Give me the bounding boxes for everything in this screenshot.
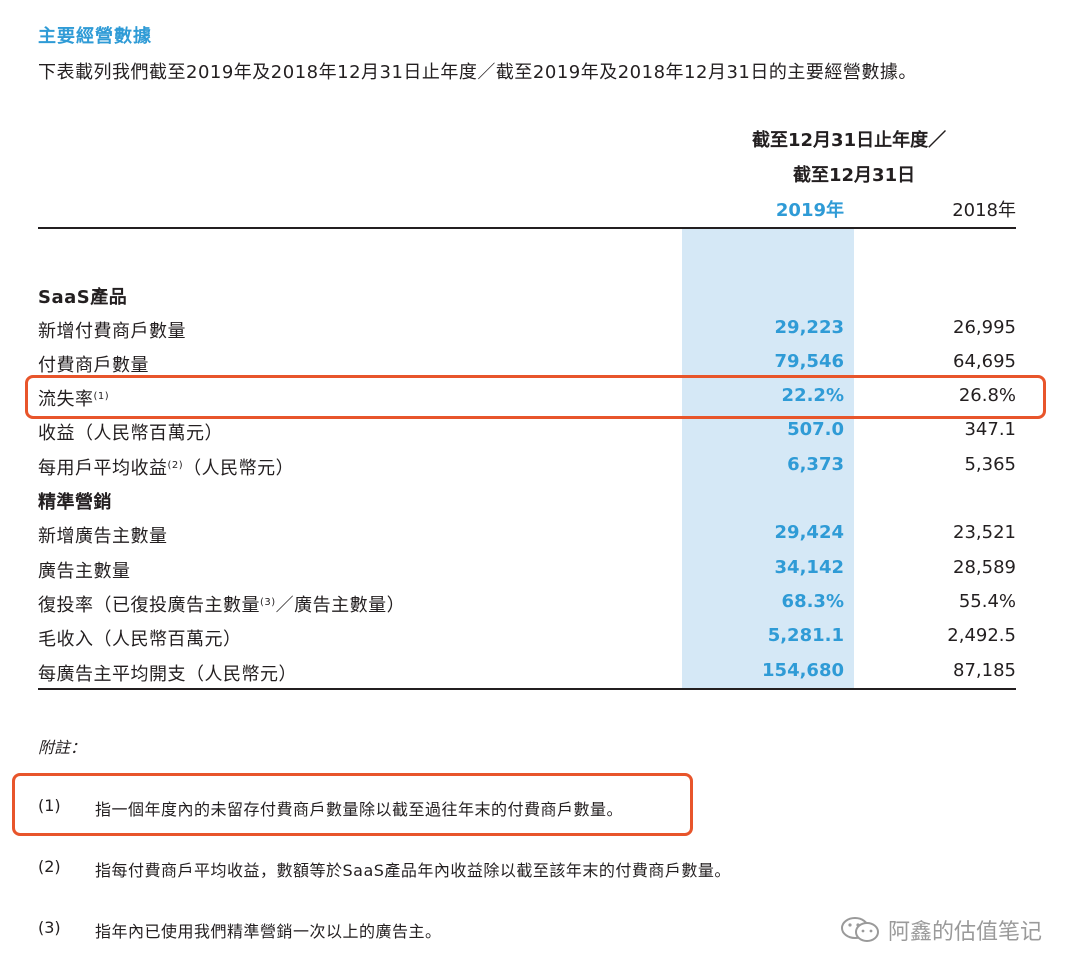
table-row: 每廣告主平均開支（人民幣元） 154,680 87,185 xyxy=(0,656,1080,690)
footnote-marker: (3) xyxy=(260,597,276,608)
row-label: 新增廣告主數量 xyxy=(38,522,168,548)
value-2019: 29,424 xyxy=(774,522,844,543)
row-label-text: 復投率（已復投廣告主數量 xyxy=(38,595,260,616)
row-label: 精準營銷 xyxy=(38,488,112,514)
row-label: 收益（人民幣百萬元） xyxy=(38,419,223,445)
table-row: 新增廣告主數量 29,424 23,521 xyxy=(0,518,1080,552)
table-section-header: 精準營銷 xyxy=(0,484,1080,518)
value-2019: 34,142 xyxy=(774,557,844,578)
footnote-text: 指年內已使用我們精準營銷一次以上的廣告主。 xyxy=(95,922,442,941)
header-line-1: 截至12月31日止年度／ xyxy=(752,130,947,151)
footnote-text: 指每付費商戶平均收益，數額等於SaaS產品年內收益除以截至該年末的付費商戶數量。 xyxy=(95,861,731,880)
intro-text: 下表載列我們截至2019年及2018年12月31日止年度／截至2019年及201… xyxy=(38,62,917,83)
row-label-suffix: （人民幣元） xyxy=(183,458,295,479)
value-2019: 6,373 xyxy=(787,454,844,475)
table-row: 新增付費商戶數量 29,223 26,995 xyxy=(0,313,1080,347)
value-2019: 79,546 xyxy=(774,351,844,372)
footnote: (2) 指每付費商戶平均收益，數額等於SaaS產品年內收益除以截至該年末的付費商戶… xyxy=(0,857,1080,887)
footnote-number: (2) xyxy=(38,857,61,876)
row-label-text: 精準營銷 xyxy=(38,492,112,513)
value-2018: 347.1 xyxy=(964,419,1016,440)
value-2018: 64,695 xyxy=(953,351,1016,372)
row-label: 每廣告主平均開支（人民幣元） xyxy=(38,660,297,686)
row-label: 廣告主數量 xyxy=(38,557,131,583)
table-section-header: SaaS產品 xyxy=(0,279,1080,313)
watermark-text: 阿鑫的估值笔记 xyxy=(887,920,1042,945)
value-2018: 87,185 xyxy=(953,660,1016,681)
value-2019: 154,680 xyxy=(762,660,844,681)
footnote-number: (3) xyxy=(38,918,61,937)
row-label-text: SaaS產品 xyxy=(38,287,128,308)
value-2018: 26,995 xyxy=(953,317,1016,338)
value-2018: 2,492.5 xyxy=(947,625,1016,646)
value-2019: 507.0 xyxy=(787,419,844,440)
row-label-text: 每用戶平均收益 xyxy=(38,458,168,479)
section-title: 主要經營數據 xyxy=(38,26,152,47)
value-2018: 5,365 xyxy=(964,454,1016,475)
column-header-2018: 2018年 xyxy=(952,200,1016,221)
row-label-text: 廣告主數量 xyxy=(38,561,131,582)
value-2018: 23,521 xyxy=(953,522,1016,543)
row-label-text: 新增付費商戶數量 xyxy=(38,321,186,342)
table-row: 廣告主數量 34,142 28,589 xyxy=(0,553,1080,587)
table-bottom-rule xyxy=(38,688,1016,690)
row-label: 每用戶平均收益(2)（人民幣元） xyxy=(38,454,294,480)
column-header-2019: 2019年 xyxy=(775,200,844,221)
highlight-box-churn-row xyxy=(25,375,1046,419)
value-2018: 28,589 xyxy=(953,557,1016,578)
notes-title: 附註： xyxy=(38,738,87,757)
table-row: 每用戶平均收益(2)（人民幣元） 6,373 5,365 xyxy=(0,450,1080,484)
row-label-text: 收益（人民幣百萬元） xyxy=(38,423,223,444)
row-label-text: 每廣告主平均開支（人民幣元） xyxy=(38,664,297,685)
row-label: 復投率（已復投廣告主數量(3)／廣告主數量） xyxy=(38,591,405,617)
value-2019: 68.3% xyxy=(781,591,844,612)
table-top-rule xyxy=(38,227,1016,229)
highlight-box-note-1 xyxy=(12,773,693,836)
row-label: 毛收入（人民幣百萬元） xyxy=(38,625,242,651)
row-label-text: 毛收入（人民幣百萬元） xyxy=(38,629,242,650)
table-row: 收益（人民幣百萬元） 507.0 347.1 xyxy=(0,415,1080,449)
value-2019: 5,281.1 xyxy=(767,625,844,646)
value-2019: 29,223 xyxy=(774,317,844,338)
footnote-marker: (2) xyxy=(167,460,184,471)
row-label-text: 新增廣告主數量 xyxy=(38,526,168,547)
row-label: 付費商戶數量 xyxy=(38,351,149,377)
row-label: 新增付費商戶數量 xyxy=(38,317,186,343)
table-row: 毛收入（人民幣百萬元） 5,281.1 2,492.5 xyxy=(0,621,1080,655)
watermark: 阿鑫的估值笔记 xyxy=(840,914,1042,946)
header-line-2: 截至12月31日 xyxy=(793,165,916,186)
value-2018: 55.4% xyxy=(958,591,1016,612)
row-label-text: 付費商戶數量 xyxy=(38,355,149,376)
table-row: 復投率（已復投廣告主數量(3)／廣告主數量） 68.3% 55.4% xyxy=(0,587,1080,621)
wechat-icon xyxy=(840,917,879,942)
row-label: SaaS產品 xyxy=(38,283,127,309)
row-label-suffix: ／廣告主數量） xyxy=(275,595,406,616)
